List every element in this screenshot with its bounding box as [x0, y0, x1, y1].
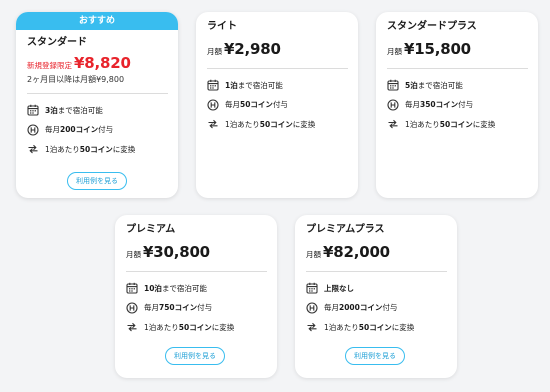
feature-text: に変換 — [472, 119, 496, 129]
feature-pre: 毎月 — [45, 125, 60, 134]
feature-coins: 毎月 350コイン 付与 — [387, 98, 528, 112]
feature-text: に変換 — [112, 144, 136, 154]
price-prefix: 月額 — [387, 47, 402, 56]
price-prefix: 月額 — [126, 250, 141, 259]
feature-bold: 50コイン — [178, 322, 212, 332]
calendar-icon — [27, 104, 39, 116]
coin-icon — [387, 99, 399, 111]
plan-name: スタンダードプラス — [387, 21, 477, 32]
price: ¥82,000 — [323, 243, 390, 261]
plan-card-standard-plus: スタンダードプラス 月額 ¥15,800 5泊 まで宿泊可能 毎月 350コイン 付与 … — [376, 12, 538, 198]
feature-bold: 3泊 — [45, 105, 58, 115]
feature-nights: 上限なし — [306, 281, 447, 295]
feature-text: まで宿泊可能 — [417, 80, 463, 90]
divider — [387, 68, 528, 69]
plan-name: スタンダード — [27, 37, 87, 48]
divider — [126, 271, 267, 272]
feature-coins: 毎月 200コイン 付与 — [27, 123, 168, 137]
exchange-icon — [207, 118, 219, 130]
feature-pre: 毎月 — [405, 100, 420, 109]
feature-pre: 1泊あたり — [324, 322, 359, 332]
price-prefix: 月額 — [207, 47, 222, 56]
feature-pre: 毎月 — [324, 303, 339, 312]
feature-exchange: 1泊あたり 50コイン に変換 — [27, 142, 168, 156]
feature-coins: 毎月 750コイン 付与 — [126, 301, 267, 315]
plan-card-premium-plus: プレミアムプラス 月額 ¥82,000 上限なし 毎月 2000コイン 付与 1泊あた… — [295, 215, 457, 378]
feature-bold: 750コイン — [159, 303, 198, 312]
exchange-icon — [306, 321, 318, 333]
coin-icon — [126, 302, 138, 314]
price-prefix: 新規登録限定 — [27, 61, 72, 70]
feature-bold: 50コイン — [259, 119, 293, 129]
plan-name: ライト — [207, 21, 237, 32]
feature-bold: 1泊 — [225, 80, 238, 90]
divider — [27, 93, 168, 94]
sub-note: 2ヶ月目以降は月額¥9,800 — [27, 75, 125, 84]
feature-text: に変換 — [391, 322, 415, 332]
feature-bold: 200コイン — [60, 125, 99, 134]
feature-bold: 上限なし — [324, 283, 354, 293]
feature-bold: 2000コイン — [339, 303, 383, 312]
feature-exchange: 1泊あたり 50コイン に変換 — [207, 117, 348, 131]
feature-bold: 5泊 — [405, 80, 418, 90]
feature-nights: 10泊 まで宿泊可能 — [126, 281, 267, 295]
feature-text: まで宿泊可能 — [161, 283, 207, 293]
coin-icon — [27, 124, 39, 136]
exchange-icon — [27, 143, 39, 155]
feature-exchange: 1泊あたり 50コイン に変換 — [306, 320, 447, 334]
feature-pre: 毎月 — [144, 303, 159, 312]
feature-pre: 毎月 — [225, 100, 240, 109]
price: ¥15,800 — [404, 40, 471, 58]
feature-text: まで宿泊可能 — [237, 80, 283, 90]
feature-pre: 1泊あたり — [405, 119, 440, 129]
feature-text: 付与 — [197, 303, 213, 312]
feature-nights: 1泊 まで宿泊可能 — [207, 78, 348, 92]
plan-name: プレミアム — [126, 224, 176, 235]
feature-text: に変換 — [292, 119, 316, 129]
feature-bold: 50コイン — [439, 119, 473, 129]
feature-nights: 5泊 まで宿泊可能 — [387, 78, 528, 92]
feature-bold: 50コイン — [79, 144, 113, 154]
price-prefix: 月額 — [306, 250, 321, 259]
exchange-icon — [126, 321, 138, 333]
feature-text: 付与 — [272, 100, 288, 109]
calendar-icon — [387, 79, 399, 91]
plan-name: プレミアムプラス — [306, 224, 385, 235]
coin-icon — [306, 302, 318, 314]
calendar-icon — [306, 282, 318, 294]
feature-bold: 10泊 — [144, 283, 162, 293]
feature-text: 付与 — [382, 303, 398, 312]
feature-text: まで宿泊可能 — [57, 105, 103, 115]
feature-text: 付与 — [458, 100, 474, 109]
recommended-ribbon: おすすめ — [16, 12, 178, 30]
calendar-icon — [207, 79, 219, 91]
price: ¥2,980 — [224, 40, 281, 58]
feature-exchange: 1泊あたり 50コイン に変換 — [126, 320, 267, 334]
divider — [207, 68, 348, 69]
exchange-icon — [387, 118, 399, 130]
feature-bold: 350コイン — [420, 100, 459, 109]
feature-pre: 1泊あたり — [225, 119, 260, 129]
coin-icon — [207, 99, 219, 111]
feature-coins: 毎月 2000コイン 付与 — [306, 301, 447, 315]
feature-text: に変換 — [211, 322, 235, 332]
feature-coins: 毎月 50コイン 付与 — [207, 98, 348, 112]
price: ¥8,820 — [74, 54, 131, 72]
feature-text: 付与 — [98, 125, 114, 134]
usage-example-button[interactable]: 利用例を見る — [67, 172, 127, 190]
plan-card-standard: おすすめ スタンダード 新規登録限定 ¥8,820 2ヶ月目以降は月額¥9,800… — [16, 12, 178, 198]
feature-pre: 1泊あたり — [45, 144, 80, 154]
plan-card-premium: プレミアム 月額 ¥30,800 10泊 まで宿泊可能 毎月 750コイン 付与 1泊あ… — [115, 215, 277, 378]
feature-bold: 50コイン — [358, 322, 392, 332]
feature-pre: 1泊あたり — [144, 322, 179, 332]
calendar-icon — [126, 282, 138, 294]
feature-nights: 3泊 まで宿泊可能 — [27, 103, 168, 117]
price: ¥30,800 — [143, 243, 210, 261]
plan-card-light: ライト 月額 ¥2,980 1泊 まで宿泊可能 毎月 50コイン 付与 1泊あたり 50コ… — [196, 12, 358, 198]
usage-example-button[interactable]: 利用例を見る — [345, 347, 405, 365]
feature-bold: 50コイン — [240, 100, 273, 109]
usage-example-button[interactable]: 利用例を見る — [165, 347, 225, 365]
divider — [306, 271, 447, 272]
feature-exchange: 1泊あたり 50コイン に変換 — [387, 117, 528, 131]
